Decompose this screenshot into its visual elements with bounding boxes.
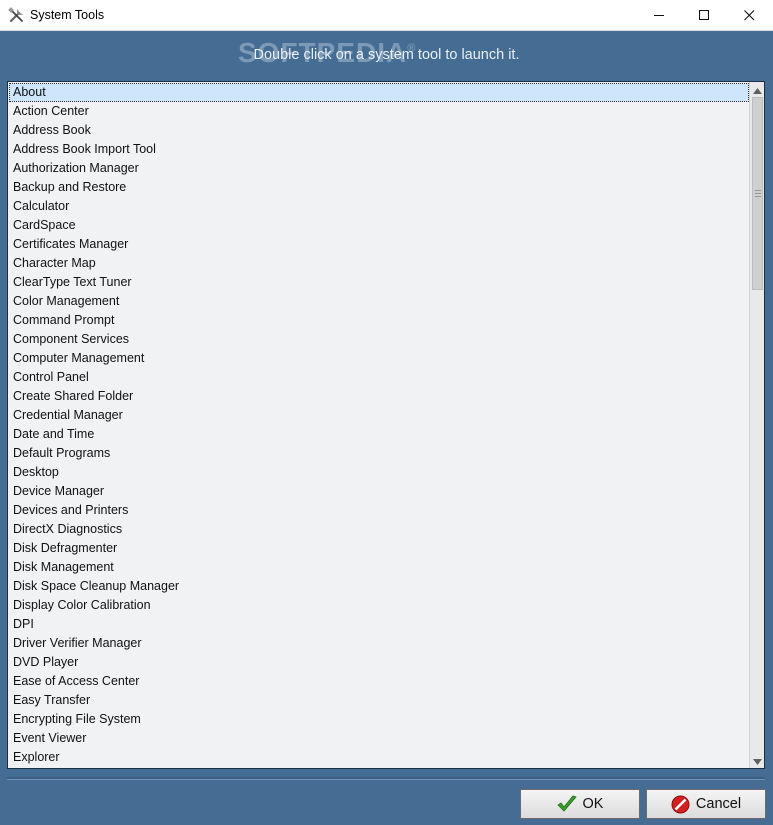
scroll-thumb[interactable]	[752, 97, 763, 290]
list-item[interactable]: Command Prompt	[9, 311, 749, 330]
cancel-button[interactable]: Cancel	[646, 789, 766, 819]
list-item[interactable]: Backup and Restore	[9, 178, 749, 197]
scroll-down-arrow-icon	[753, 752, 762, 769]
system-tools-list[interactable]: About Action Center Address Book Address Bo…	[7, 81, 765, 769]
list-item[interactable]: DPI	[9, 615, 749, 634]
scroll-up-arrow-icon	[753, 82, 762, 99]
divider	[7, 777, 765, 780]
list-item[interactable]: CardSpace	[9, 216, 749, 235]
scroll-down-button[interactable]	[750, 752, 764, 769]
list-item[interactable]: ClearType Text Tuner	[9, 273, 749, 292]
list-item[interactable]: Character Map	[9, 254, 749, 273]
list-item[interactable]: DVD Player	[9, 653, 749, 672]
checkmark-icon	[556, 795, 577, 813]
list-item[interactable]: Disk Space Cleanup Manager	[9, 577, 749, 596]
list-item-selected[interactable]: About	[9, 83, 749, 102]
ok-label: OK	[582, 796, 604, 812]
cancel-icon	[671, 795, 690, 814]
list-item[interactable]: Devices and Printers	[9, 501, 749, 520]
minimize-button[interactable]	[636, 0, 682, 30]
minimize-icon	[653, 10, 665, 21]
list-item[interactable]: Certificates Manager	[9, 235, 749, 254]
title-bar: System Tools	[0, 0, 773, 31]
list-item[interactable]: Ease of Access Center	[9, 672, 749, 691]
list-item[interactable]: Credential Manager	[9, 406, 749, 425]
close-button[interactable]	[726, 0, 772, 30]
list-item[interactable]: Create Shared Folder	[9, 387, 749, 406]
instruction-text: Double click on a system tool to launch …	[253, 47, 520, 63]
scroll-up-button[interactable]	[750, 82, 764, 99]
tools-icon	[8, 7, 25, 24]
list-item[interactable]: Display Color Calibration	[9, 596, 749, 615]
list-item[interactable]: Easy Transfer	[9, 691, 749, 710]
list-item[interactable]: Date and Time	[9, 425, 749, 444]
list-item[interactable]: Device Manager	[9, 482, 749, 501]
list-item[interactable]: Address Book Import Tool	[9, 140, 749, 159]
list-item[interactable]: Action Center	[9, 102, 749, 121]
list-item[interactable]: Default Programs	[9, 444, 749, 463]
list-item[interactable]: Calculator	[9, 197, 749, 216]
list-item[interactable]: Color Management	[9, 292, 749, 311]
list-item[interactable]: Desktop	[9, 463, 749, 482]
window-title: System Tools	[30, 8, 105, 22]
list-item[interactable]: Disk Management	[9, 558, 749, 577]
list-item[interactable]: Authorization Manager	[9, 159, 749, 178]
cancel-label: Cancel	[695, 796, 742, 812]
list-item[interactable]: Component Services	[9, 330, 749, 349]
close-icon	[743, 9, 755, 21]
list-item[interactable]: Driver Verifier Manager	[9, 634, 749, 653]
list-item[interactable]: Disk Defragmenter	[9, 539, 749, 558]
list-item[interactable]: DirectX Diagnostics	[9, 520, 749, 539]
list-item[interactable]: Explorer	[9, 748, 749, 767]
list-item[interactable]: Control Panel	[9, 368, 749, 387]
ok-button[interactable]: OK	[520, 789, 640, 819]
list-item[interactable]: Encrypting File System	[9, 710, 749, 729]
list-item[interactable]: Event Viewer	[9, 729, 749, 748]
list-items-container: About Action Center Address Book Address Bo…	[9, 83, 749, 767]
maximize-button[interactable]	[681, 0, 727, 30]
maximize-icon	[698, 9, 710, 21]
list-item[interactable]: Computer Management	[9, 349, 749, 368]
vertical-scrollbar[interactable]	[749, 82, 764, 768]
list-item[interactable]: Address Book	[9, 121, 749, 140]
